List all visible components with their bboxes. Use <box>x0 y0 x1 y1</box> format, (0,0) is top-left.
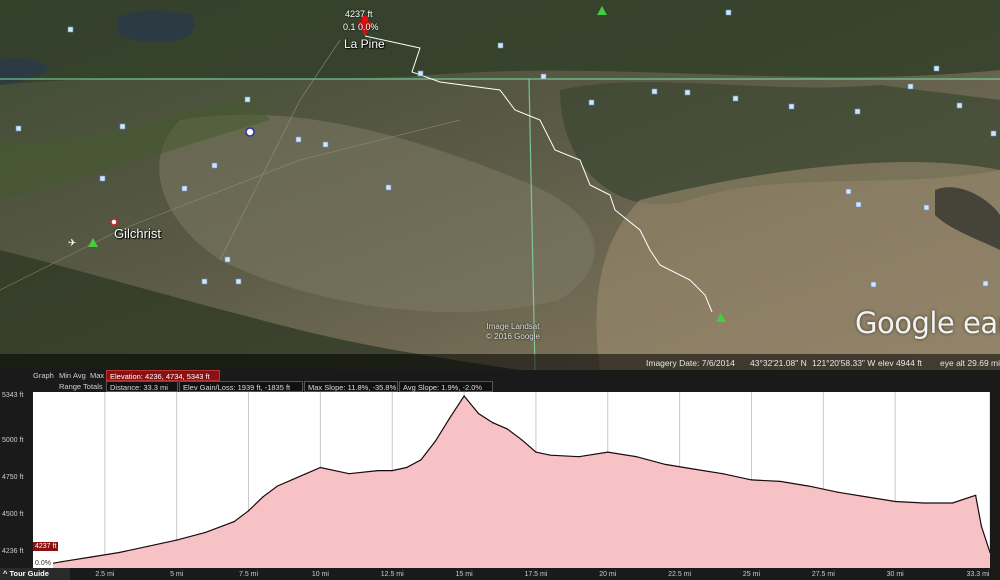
x-tick-label: 2.5 mi <box>95 571 115 578</box>
x-tick-label: 30 mi <box>886 571 904 578</box>
elevation-point <box>89 556 92 558</box>
elevation-point <box>578 456 580 458</box>
elevation-point <box>664 463 666 466</box>
elevation-point <box>506 428 508 430</box>
elevation-point <box>837 491 839 493</box>
elevation-point <box>549 454 551 456</box>
elevation-point <box>980 525 982 527</box>
elevation-point <box>147 545 149 547</box>
elevation-chart-svg[interactable] <box>32 392 991 568</box>
elevation-stats[interactable]: Elevation: 4236, 4734, 5343 ft <box>106 370 220 381</box>
avg-option[interactable]: Avg <box>73 371 86 380</box>
elevation-point <box>233 520 235 523</box>
elevation-point <box>952 502 954 504</box>
elevation-point <box>204 531 207 533</box>
cursor-elevation-label: 4237 ft <box>33 542 59 551</box>
min-option[interactable]: Min <box>59 371 71 380</box>
elevation-point <box>305 473 307 475</box>
y-tick-label: 4750 ft <box>2 474 24 481</box>
imagery-attribution: Image Landsat © 2016 Google <box>486 322 540 341</box>
y-tick-label: 4236 ft <box>2 548 24 555</box>
elevation-point <box>377 470 379 472</box>
x-tick-label: 12.5 mi <box>380 571 404 578</box>
elevation-point <box>923 502 925 504</box>
elevation-point <box>176 539 178 541</box>
elevation-point <box>449 417 451 419</box>
x-tick-label: 15 mi <box>455 571 473 578</box>
elevation-point <box>535 451 537 453</box>
elevation-point <box>693 468 695 470</box>
latitude-readout: 43°32'21.08" N <box>750 358 807 368</box>
x-tick-label: 10 mi <box>311 571 329 578</box>
y-tick-label: 5343 ft <box>2 392 24 399</box>
max-slope-stat[interactable]: Max Slope: 11.8%, -35.8% <box>304 381 398 392</box>
elevation-point <box>291 479 293 481</box>
x-tick-label: 27.5 mi <box>811 571 835 578</box>
imagery-date: Imagery Date: 7/6/2014 <box>646 358 735 368</box>
x-tick-label: 22.5 mi <box>668 571 692 578</box>
range-totals-label: Range Totals <box>59 382 103 391</box>
elevation-point <box>262 496 264 498</box>
elevation-chart[interactable] <box>32 392 991 568</box>
elevation-point <box>607 451 609 453</box>
eye-altitude-readout: eye alt 29.69 mi <box>940 358 1000 368</box>
elevation-point <box>434 440 436 442</box>
elevation-point <box>319 466 321 469</box>
elevation-point <box>477 412 480 415</box>
elevation-point <box>276 485 278 487</box>
elevation-readout: elev 4944 ft <box>878 358 922 368</box>
elevation-point <box>463 395 465 397</box>
elevation-point <box>635 456 638 458</box>
elevation-point <box>865 496 868 498</box>
elevation-point <box>391 470 393 472</box>
x-tick-label: 25 mi <box>742 571 761 578</box>
elevation-point <box>975 494 977 496</box>
elevation-point <box>406 466 408 469</box>
tour-guide-label: Tour Guide <box>9 569 49 578</box>
max-option[interactable]: Max <box>90 371 104 380</box>
elevation-point <box>808 485 810 487</box>
x-tick-label: 5 mi <box>170 571 184 578</box>
x-tick-label: 7.5 mi <box>239 571 259 578</box>
x-tick-label: 20 mi <box>599 571 617 578</box>
y-tick-label: 4500 ft <box>2 511 24 518</box>
longitude-readout: 121°20'58.33" W <box>812 358 876 368</box>
map-view[interactable]: 4237 ft 0.1 0.0% La Pine Gilchrist ✈ Ima… <box>0 0 1000 370</box>
elevation-point <box>118 551 120 554</box>
elev-gain-loss-stat[interactable]: Elev Gain/Loss: 1939 ft, -1835 ft <box>179 381 303 392</box>
elevation-point <box>722 473 724 475</box>
poi-icons <box>15 9 997 288</box>
elevation-point <box>750 479 753 481</box>
elevation-point <box>520 439 523 441</box>
elevation-point <box>779 480 781 483</box>
avg-slope-stat[interactable]: Avg Slope: 1.9%, -2.0% <box>399 381 493 392</box>
google-earth-logo: Google earth <box>855 306 1000 340</box>
y-tick-label: 5000 ft <box>2 437 24 444</box>
elevation-point <box>894 500 896 503</box>
elevation-point <box>247 510 250 512</box>
elevation-point <box>492 422 494 424</box>
distance-stat[interactable]: Distance: 33.3 mi <box>106 381 178 392</box>
tour-guide-button[interactable]: ^ Tour Guide <box>0 568 70 580</box>
elevation-point <box>348 473 350 475</box>
elevation-point <box>61 561 63 563</box>
x-tick-label: 17.5 mi <box>524 571 548 578</box>
x-tick-label: 33.3 mi <box>966 571 990 578</box>
graph-label: Graph <box>33 371 54 380</box>
elevation-point <box>420 459 422 461</box>
cursor-slope-label: 0.0% <box>33 559 53 568</box>
